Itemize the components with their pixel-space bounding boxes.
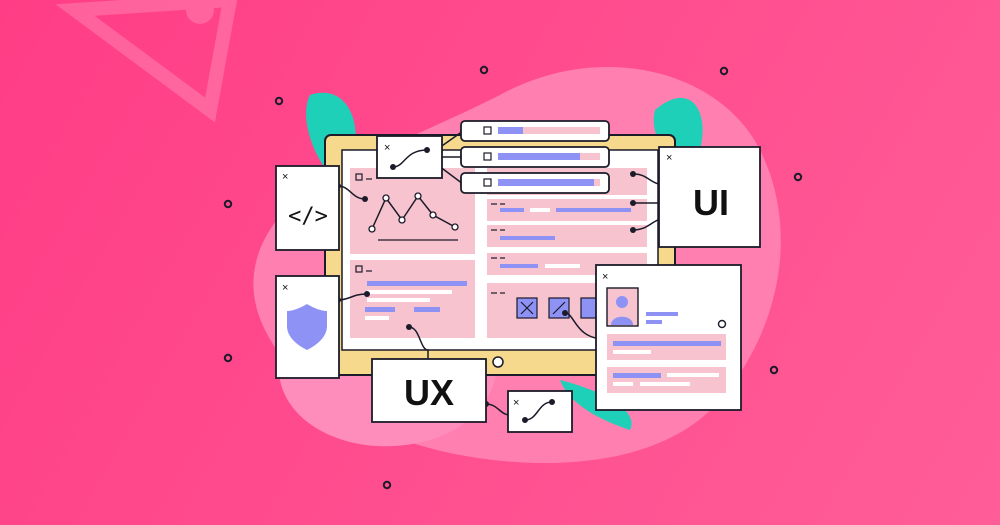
- dashboard-card-chart: [350, 168, 475, 254]
- curve-window-top: ×: [376, 135, 443, 179]
- close-icon[interactable]: ×: [602, 271, 608, 283]
- code-icon: </>: [288, 204, 328, 229]
- watermark-shape: [55, 0, 238, 123]
- ui-label: UI: [693, 182, 729, 223]
- illustration-scene: × × </> × × UI × UX ×: [0, 0, 1000, 525]
- progress-bar-3: [460, 172, 610, 194]
- resize-handle[interactable]: [717, 319, 727, 329]
- empty-square-button[interactable]: [580, 297, 598, 319]
- dashboard-card-text: [350, 260, 475, 338]
- illustration-canvas: × × </> × × UI × UX ×: [55, 0, 803, 490]
- ux-label: UX: [404, 372, 454, 413]
- security-window: ×: [275, 275, 340, 379]
- close-icon[interactable]: ×: [282, 171, 288, 183]
- curve-window-bottom: ×: [507, 390, 573, 433]
- close-icon[interactable]: ×: [384, 142, 390, 154]
- close-square-button[interactable]: [516, 297, 538, 319]
- avatar-icon: [606, 287, 639, 327]
- close-icon[interactable]: ×: [282, 282, 288, 294]
- tablet-home-button[interactable]: [492, 356, 504, 368]
- code-window: × </>: [275, 165, 340, 251]
- ui-window: × UI: [658, 146, 761, 248]
- profile-window: ×: [595, 264, 742, 411]
- progress-bar-2: [460, 146, 610, 168]
- progress-bar-1: [460, 120, 610, 142]
- ux-window: UX: [371, 358, 487, 423]
- close-icon[interactable]: ×: [513, 397, 519, 409]
- close-icon[interactable]: ×: [666, 152, 672, 164]
